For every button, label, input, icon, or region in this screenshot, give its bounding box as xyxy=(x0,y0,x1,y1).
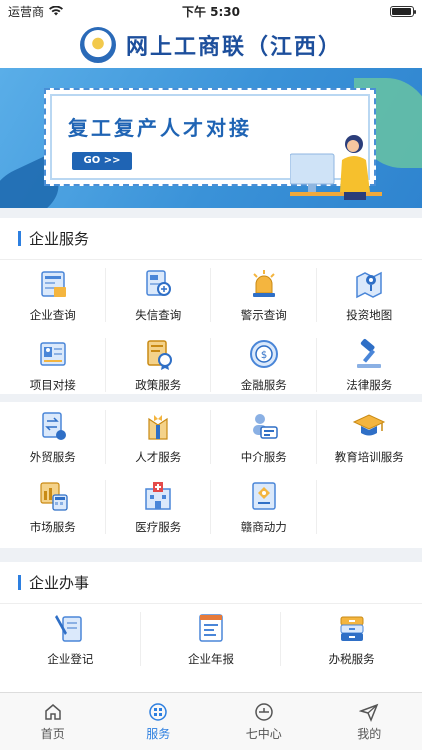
tab-mine[interactable]: 我的 xyxy=(317,693,422,750)
service-credit-search[interactable]: 失信查询 xyxy=(106,260,212,330)
service-legal[interactable]: 法律服务 xyxy=(317,330,422,400)
foreign-trade-icon xyxy=(42,412,66,440)
section-header-enterprise-affairs: 企业办事 xyxy=(0,562,422,604)
service-label: 人才服务 xyxy=(135,450,182,464)
service-gan-merchant[interactable]: 赣商动力 xyxy=(211,472,317,542)
registration-pen-icon xyxy=(55,615,83,642)
warning-light-icon xyxy=(252,270,275,297)
status-bar: 运营商 下午 5:30 xyxy=(0,0,422,22)
more-services-panel: 外贸服务 人才服务 中介服务 教育培训服务 市场服务 医疗服务 赣商动力 xyxy=(0,402,422,548)
section-accent-bar xyxy=(18,231,21,246)
service-label: 企业查询 xyxy=(29,308,76,322)
service-icon xyxy=(149,702,167,721)
tab-label: 我的 xyxy=(357,726,382,741)
agency-card-icon xyxy=(252,414,278,439)
affair-label: 企业登记 xyxy=(47,652,94,666)
service-talent[interactable]: 人才服务 xyxy=(106,402,212,472)
law-gavel-icon xyxy=(357,339,382,368)
page-title: 网上工商联（江西） xyxy=(125,34,342,60)
more-services-grid: 外贸服务 人才服务 中介服务 教育培训服务 市场服务 医疗服务 赣商动力 xyxy=(0,402,422,542)
bottom-tab-bar: 首页 服务 七中心 我的 xyxy=(0,692,422,750)
service-label: 外贸服务 xyxy=(29,450,76,464)
affair-label: 办税服务 xyxy=(328,652,375,666)
app-header: 网上工商联（江西） xyxy=(0,22,422,68)
tab-center[interactable]: 七中心 xyxy=(211,693,317,750)
federation-logo-icon xyxy=(79,27,116,63)
graduation-cap-icon xyxy=(353,414,386,436)
person-at-desk-illustration xyxy=(290,135,382,200)
tax-drawer-icon xyxy=(340,616,364,641)
service-medical[interactable]: 医疗服务 xyxy=(106,472,212,542)
service-label: 赣商动力 xyxy=(240,520,287,534)
service-label: 项目对接 xyxy=(29,378,76,392)
service-label: 市场服务 xyxy=(29,520,76,534)
tab-label: 服务 xyxy=(146,726,171,741)
hospital-icon xyxy=(145,482,171,510)
service-label: 教育培训服务 xyxy=(334,450,404,464)
service-label: 政策服务 xyxy=(135,378,182,392)
center-icon xyxy=(255,702,273,721)
service-label: 失信查询 xyxy=(135,308,182,322)
investment-map-icon xyxy=(356,271,382,299)
home-icon xyxy=(45,703,61,720)
service-foreign-trade[interactable]: 外贸服务 xyxy=(0,402,106,472)
annual-report-icon xyxy=(199,614,223,642)
enterprise-services-panel: 企业服务 企业查询 失信查询 警示查询 投资地图 项目对接 政策服务 $ 金融服… xyxy=(0,218,422,394)
service-label: 中介服务 xyxy=(240,450,287,464)
promo-banner[interactable]: 复工复产人才对接 GO >> xyxy=(0,68,422,208)
project-card-icon xyxy=(40,342,66,366)
status-time: 下午 5:30 xyxy=(181,4,241,19)
service-agency[interactable]: 中介服务 xyxy=(211,402,317,472)
service-investment-map[interactable]: 投资地图 xyxy=(317,260,422,330)
enterprise-affairs-panel: 企业办事 企业登记 企业年报 办税服务 xyxy=(0,562,422,692)
tab-home[interactable]: 首页 xyxy=(0,693,106,750)
tab-label: 七中心 xyxy=(245,726,282,741)
section-accent-bar xyxy=(18,575,21,590)
section-header-enterprise-services: 企业服务 xyxy=(0,218,422,260)
enterprise-affairs-grid: 企业登记 企业年报 办税服务 xyxy=(0,604,422,674)
policy-certificate-icon xyxy=(147,340,173,370)
affair-annual-report[interactable]: 企业年报 xyxy=(141,604,282,674)
enterprise-search-icon xyxy=(41,271,66,297)
section-title: 企业办事 xyxy=(29,574,90,592)
finance-coin-icon: $ xyxy=(249,340,278,368)
enterprise-services-grid: 企业查询 失信查询 警示查询 投资地图 项目对接 政策服务 $ 金融服务 法律服 xyxy=(0,260,422,400)
service-label: 金融服务 xyxy=(240,378,287,392)
service-label: 法律服务 xyxy=(346,378,393,392)
battery-fill xyxy=(392,8,411,15)
svg-text:$: $ xyxy=(261,350,267,361)
affair-label: 企业年报 xyxy=(187,652,234,666)
banner-go-button[interactable]: GO >> xyxy=(72,152,132,170)
credit-search-icon xyxy=(146,270,172,296)
service-policy[interactable]: 政策服务 xyxy=(106,330,212,400)
service-label: 医疗服务 xyxy=(135,520,182,534)
gan-merchant-icon xyxy=(252,482,276,510)
tab-services[interactable]: 服务 xyxy=(106,693,212,750)
service-finance[interactable]: $ 金融服务 xyxy=(211,330,317,400)
battery-icon xyxy=(390,6,416,17)
service-label: 投资地图 xyxy=(346,308,393,322)
affair-registration[interactable]: 企业登记 xyxy=(0,604,141,674)
service-project-matching[interactable]: 项目对接 xyxy=(0,330,106,400)
service-warning-search[interactable]: 警示查询 xyxy=(211,260,317,330)
affair-tax[interactable]: 办税服务 xyxy=(281,604,422,674)
service-label: 警示查询 xyxy=(240,308,287,322)
market-calculator-icon xyxy=(40,482,68,511)
service-enterprise-search[interactable]: 企业查询 xyxy=(0,260,106,330)
service-education[interactable]: 教育培训服务 xyxy=(317,402,422,472)
talent-suit-icon xyxy=(148,415,168,440)
service-market[interactable]: 市场服务 xyxy=(0,472,106,542)
banner-heading: 复工复产人才对接 xyxy=(68,116,252,140)
tab-label: 首页 xyxy=(40,726,65,741)
send-icon xyxy=(359,703,379,722)
section-title: 企业服务 xyxy=(29,230,90,248)
